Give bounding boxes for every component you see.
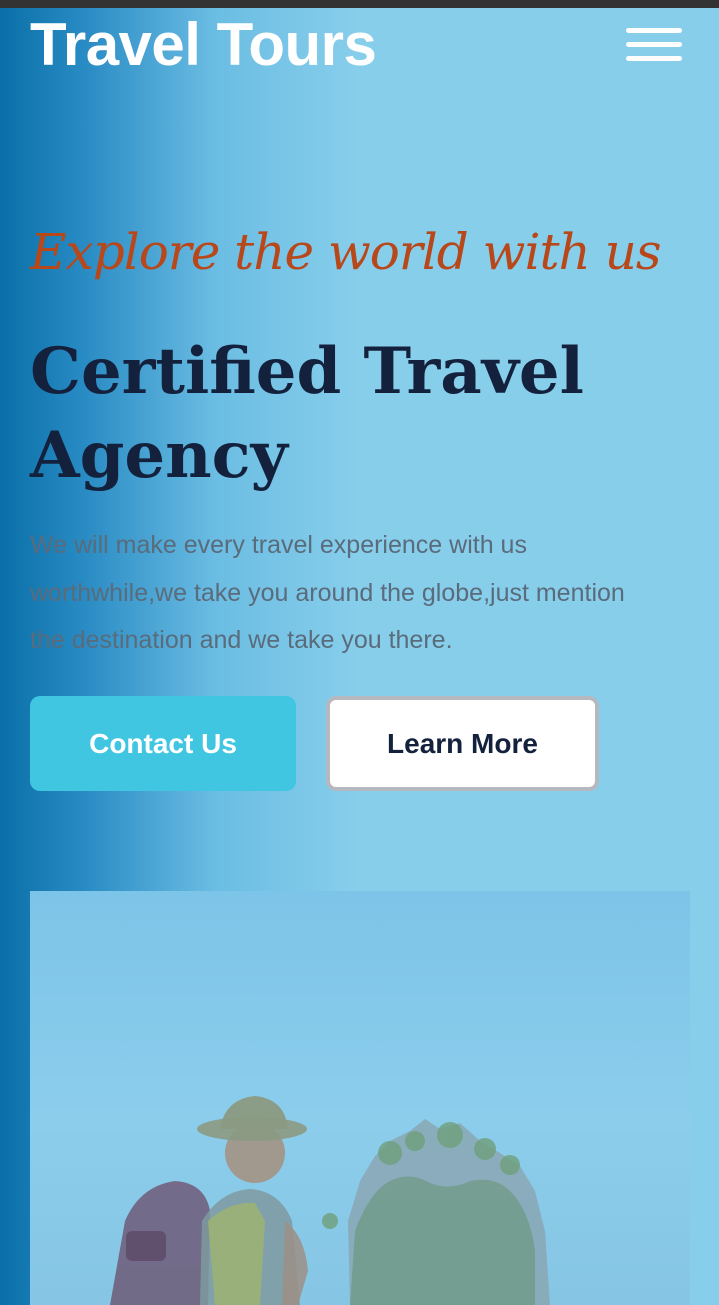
menu-line <box>626 56 682 61</box>
top-status-bar <box>0 0 719 8</box>
hero-tagline: Explore the world with us <box>30 223 661 281</box>
menu-line <box>626 42 682 47</box>
site-logo[interactable]: Travel Tours <box>30 10 377 80</box>
learn-more-button[interactable]: Learn More <box>326 696 599 791</box>
menu-line <box>626 28 682 33</box>
hamburger-menu-icon[interactable] <box>626 28 682 64</box>
contact-us-button[interactable]: Contact Us <box>30 696 296 791</box>
hero-image <box>30 891 690 1305</box>
hero-description: We will make every travel experience wit… <box>30 531 625 654</box>
hero-title: Certified Travel Agency <box>30 334 584 493</box>
